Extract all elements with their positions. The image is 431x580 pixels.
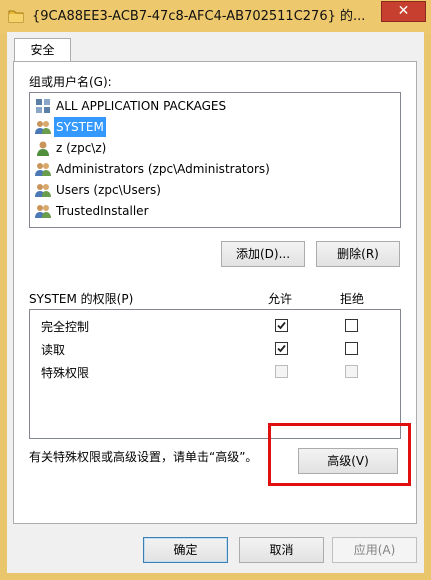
list-item-label: ALL APPLICATION PACKAGES [56,99,227,113]
apply-button[interactable]: 应用(A) [332,537,417,563]
tab-security[interactable]: 安全 [14,38,71,62]
groups-label: 组或用户名(G): [29,75,112,89]
users-group-icon [35,161,51,177]
user-icon [35,140,51,156]
app-packages-icon [35,98,51,114]
permissions-label: SYSTEM 的权限(P) [29,292,134,306]
close-icon: ✕ [397,3,410,19]
ok-button[interactable]: 确定 [143,537,228,563]
users-group-icon [35,182,51,198]
highlight-box [268,423,411,486]
remove-button[interactable]: 删除(R) [316,241,400,267]
cancel-button[interactable]: 取消 [239,537,324,563]
allow-read-checkbox[interactable] [275,342,288,355]
list-item-label: Users (zpc\Users) [56,183,161,197]
properties-window: {9CA88EE3-ACB7-47c8-AFC4-AB702511C276} 的… [0,0,431,580]
list-item[interactable]: z (zpc\z) [32,138,398,158]
list-item-label: Administrators (zpc\Administrators) [56,162,270,176]
close-button[interactable]: ✕ [381,1,426,22]
permission-name: 特殊权限 [41,366,90,380]
allow-special-checkbox [275,365,288,378]
deny-header: 拒绝 [340,292,365,306]
allow-header: 允许 [268,292,293,306]
groups-listbox[interactable]: ALL APPLICATION PACKAGES SYSTEM z (zpc\z… [29,92,401,228]
list-item[interactable]: Users (zpc\Users) [32,180,398,200]
allow-full-control-checkbox[interactable] [275,319,288,332]
deny-full-control-checkbox[interactable] [345,319,358,332]
list-item-label: z (zpc\z) [56,141,107,155]
list-item[interactable]: Administrators (zpc\Administrators) [32,159,398,179]
permissions-list: 完全控制 读取 特殊权限 [29,309,401,439]
users-group-icon [35,203,51,219]
permission-name: 完全控制 [41,320,90,334]
folder-icon [8,8,24,24]
list-item[interactable]: SYSTEM [32,117,398,137]
list-item-label: TrustedInstaller [56,204,149,218]
list-item[interactable]: TrustedInstaller [32,201,398,221]
security-panel: 组或用户名(G): ALL APPLICATION PACKAGES SYSTE… [13,61,417,524]
permission-name: 读取 [41,343,66,357]
add-button[interactable]: 添加(D)... [221,241,305,267]
tab-security-label: 安全 [30,43,55,57]
advanced-hint: 有关特殊权限或高级设置，请单击“高级”。 [29,450,258,464]
deny-special-checkbox [345,365,358,378]
list-item[interactable]: ALL APPLICATION PACKAGES [32,96,398,116]
users-group-icon [35,119,51,135]
list-item-label: SYSTEM [54,117,106,137]
dialog-client: 安全 组或用户名(G): ALL APPLICATION PACKAGES SY… [7,32,424,573]
window-title: {9CA88EE3-ACB7-47c8-AFC4-AB702511C276} 的… [32,9,366,24]
deny-read-checkbox[interactable] [345,342,358,355]
title-bar[interactable]: {9CA88EE3-ACB7-47c8-AFC4-AB702511C276} 的… [0,0,431,34]
